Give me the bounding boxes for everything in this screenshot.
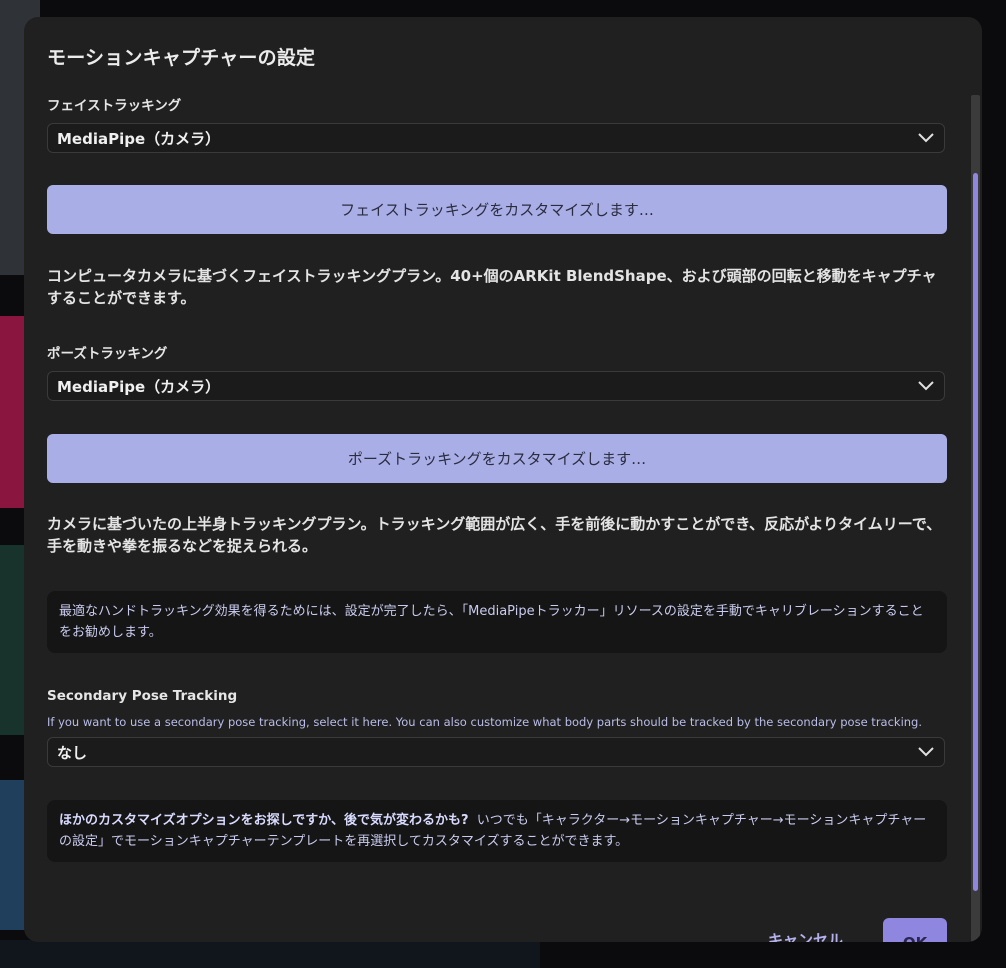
chevron-down-icon: [918, 133, 934, 143]
chevron-down-icon: [918, 381, 934, 391]
face-tracking-selected-value: MediaPipe（カメラ）: [57, 129, 221, 148]
customize-face-tracking-button[interactable]: フェイストラッキングをカスタマイズします…: [47, 185, 947, 234]
scrollbar-thumb[interactable]: [973, 173, 978, 891]
pose-tracking-label: ポーズトラッキング: [47, 346, 168, 362]
dialog-content: フェイストラッキング MediaPipe（カメラ） フェイストラッキングをカスタ…: [47, 97, 947, 862]
pose-tracking-select[interactable]: MediaPipe（カメラ）: [47, 371, 945, 401]
ok-button[interactable]: OK: [883, 918, 947, 942]
cancel-button[interactable]: キャンセル: [768, 929, 843, 942]
secondary-pose-help: If you want to use a secondary pose trac…: [47, 715, 923, 729]
scrollbar[interactable]: [971, 95, 980, 942]
secondary-pose-selected-value: なし: [57, 743, 88, 762]
face-tracking-label: フェイストラッキング: [47, 98, 182, 114]
hand-tracking-note-text: 最適なハンドトラッキング効果を得るためには、設定が完了したら、「MediaPip…: [59, 604, 924, 640]
chevron-down-icon: [918, 747, 934, 757]
secondary-pose-label: Secondary Pose Tracking: [47, 688, 238, 704]
background-panel: [0, 940, 540, 968]
dialog-title: モーションキャプチャーの設定: [47, 47, 316, 69]
secondary-pose-select[interactable]: なし: [47, 737, 945, 767]
pose-tracking-description: カメラに基づいたの上半身トラッキングプラン。トラッキング範囲が広く、手を前後に動…: [47, 515, 942, 555]
hand-tracking-note: 最適なハンドトラッキング効果を得るためには、設定が完了したら、「MediaPip…: [47, 591, 947, 653]
customize-pose-tracking-button[interactable]: ポーズトラッキングをカスタマイズします…: [47, 434, 947, 483]
face-tracking-select[interactable]: MediaPipe（カメラ）: [47, 123, 945, 153]
face-tracking-description: コンピュータカメラに基づくフェイストラッキングプラン。40+個のARKit Bl…: [47, 267, 937, 307]
customization-tip-heading: ほかのカスタマイズオプションをお探しですか、後で気が変わるかも?: [59, 813, 469, 828]
motion-capture-settings-dialog: モーションキャプチャーの設定 フェイストラッキング MediaPipe（カメラ）…: [24, 17, 982, 942]
pose-tracking-selected-value: MediaPipe（カメラ）: [57, 377, 221, 396]
customization-tip: ほかのカスタマイズオプションをお探しですか、後で気が変わるかも? いつでも「キャ…: [47, 800, 947, 862]
